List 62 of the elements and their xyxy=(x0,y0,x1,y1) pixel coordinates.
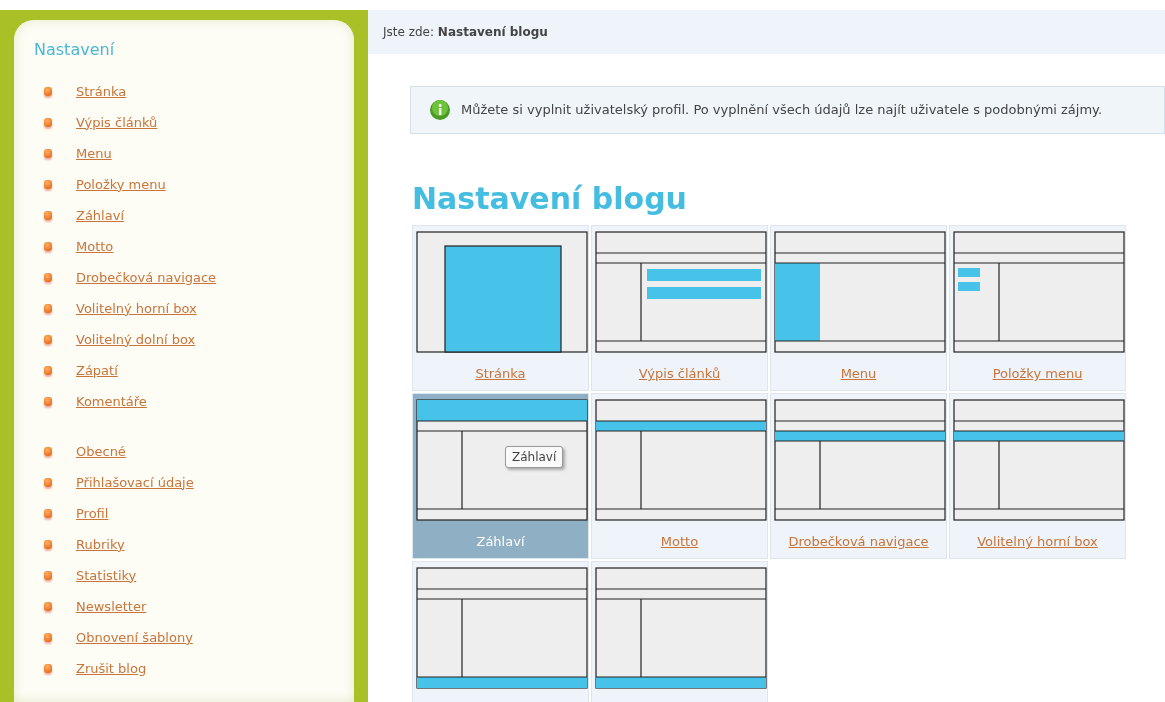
bullet-icon xyxy=(44,149,52,158)
bullet-icon xyxy=(44,304,52,313)
bullet-icon xyxy=(44,540,52,549)
bullet-icon xyxy=(44,664,52,673)
layout-tile[interactable]: Stránka xyxy=(412,225,589,391)
bullet-icon xyxy=(44,273,52,282)
sidebar-link[interactable]: Záhlaví xyxy=(76,205,124,226)
tooltip: Záhlaví xyxy=(505,446,564,468)
layout-tile[interactable]: Volitelný horní box xyxy=(949,393,1126,559)
sidebar-link[interactable]: Obnovení šablony xyxy=(76,627,193,648)
sidebar-title: Nastavení xyxy=(34,39,116,61)
layout-tile[interactable]: Záhlaví Záhlaví xyxy=(412,393,589,559)
bullet-icon xyxy=(44,447,52,456)
tile-link[interactable]: Menu xyxy=(771,364,946,384)
notice-text: Můžete si vyplnit uživatelský profil. Po vyplnění všech údajů lze najít uživatele s podobnými zájmy. xyxy=(461,101,1103,119)
sidebar-link[interactable]: Menu xyxy=(76,143,112,164)
sidebar-link[interactable]: Volitelný dolní box xyxy=(76,329,196,350)
bullet-icon xyxy=(44,118,52,127)
bullet-icon xyxy=(44,366,52,375)
bullet-icon xyxy=(44,87,52,96)
sidebar-link[interactable]: Přihlašovací údaje xyxy=(76,472,194,493)
sidebar-link[interactable]: Položky menu xyxy=(76,174,166,195)
layout-tile[interactable]: Položky menu xyxy=(949,225,1126,391)
bullet-icon xyxy=(44,602,52,611)
layout-tile[interactable]: Menu xyxy=(770,225,947,391)
sidebar-link[interactable]: Výpis článků xyxy=(76,112,158,133)
sidebar-link[interactable]: Zrušit blog xyxy=(76,658,147,679)
tile-link[interactable]: Záhlaví xyxy=(413,532,588,552)
bullet-icon xyxy=(44,478,52,487)
sidebar-link[interactable]: Stránka xyxy=(76,81,127,102)
bullet-icon xyxy=(44,335,52,344)
tile-link[interactable]: Položky menu xyxy=(950,364,1125,384)
sidebar-link[interactable]: Volitelný horní box xyxy=(76,298,197,319)
bullet-icon xyxy=(44,242,52,251)
bullet-icon xyxy=(44,509,52,518)
sidebar-link[interactable]: Newsletter xyxy=(76,596,147,617)
sidebar-link[interactable]: Zápatí xyxy=(76,360,118,381)
tile-link[interactable]: Stránka xyxy=(413,364,588,384)
tile-link[interactable]: Volitelný horní box xyxy=(950,532,1125,552)
sidebar-link[interactable]: Komentáře xyxy=(76,391,147,412)
sidebar-link[interactable]: Rubriky xyxy=(76,534,125,555)
sidebar-link[interactable]: Motto xyxy=(76,236,114,257)
layout-tile[interactable] xyxy=(412,561,589,702)
page-heading: Nastavení blogu xyxy=(412,180,688,218)
info-icon xyxy=(429,99,451,121)
bullet-icon xyxy=(44,397,52,406)
tile-link[interactable]: Drobečková navigace xyxy=(771,532,946,552)
sidebar-link[interactable]: Obecné xyxy=(76,441,126,462)
bullet-icon xyxy=(44,633,52,642)
tile-link[interactable]: Motto xyxy=(592,532,767,552)
layout-tile[interactable]: Výpis článků xyxy=(591,225,768,391)
sidebar-link[interactable]: Drobečková navigace xyxy=(76,267,217,288)
bullet-icon xyxy=(44,180,52,189)
bullet-icon xyxy=(44,571,52,580)
sidebar-link[interactable]: Statistiky xyxy=(76,565,137,586)
layout-tile[interactable]: Drobečková navigace xyxy=(770,393,947,559)
layout-tile[interactable]: Motto xyxy=(591,393,768,559)
layout-tile[interactable] xyxy=(591,561,768,702)
bullet-icon xyxy=(44,211,52,220)
sidebar-link[interactable]: Profil xyxy=(76,503,109,524)
tile-link[interactable]: Výpis článků xyxy=(592,364,767,384)
breadcrumb-text: Jste zde: Nastavení blogu xyxy=(383,24,548,41)
